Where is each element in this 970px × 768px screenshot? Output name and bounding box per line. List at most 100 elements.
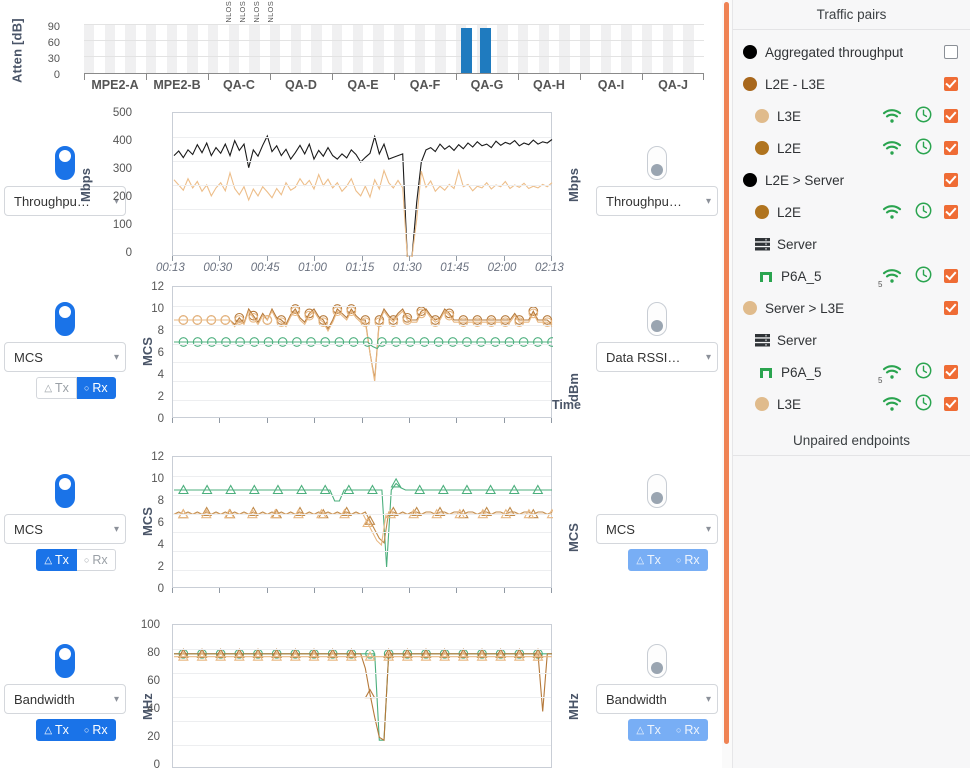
metric-select-value: MCS <box>14 349 43 365</box>
visibility-checkbox[interactable] <box>944 301 958 315</box>
visibility-checkbox[interactable] <box>944 77 958 91</box>
traffic-pair-row[interactable]: L2E <box>733 196 970 228</box>
visibility-checkbox[interactable] <box>944 205 958 219</box>
clock-icon <box>915 362 932 379</box>
wifi-icon[interactable] <box>882 140 902 156</box>
plot-mcs-rx[interactable] <box>172 286 552 418</box>
tx-button[interactable]: △ Tx <box>628 719 669 741</box>
series-toggle-left-throughput[interactable] <box>55 146 75 180</box>
tx-button[interactable]: △ Tx <box>36 549 77 571</box>
clock-icon[interactable] <box>915 362 932 382</box>
traffic-pair-row[interactable]: Server <box>733 324 970 356</box>
traffic-pairs-list: Aggregated throughput L2E - L3E L3E L2E L2E … <box>733 30 970 420</box>
metric-select-value: Bandwidth <box>14 691 75 707</box>
visibility-checkbox[interactable] <box>944 269 958 283</box>
visibility-checkbox[interactable] <box>944 141 958 155</box>
traffic-pair-row[interactable]: L3E <box>733 100 970 132</box>
clock-icon[interactable] <box>915 394 932 414</box>
wifi-icon[interactable] <box>882 108 902 124</box>
traffic-pair-row[interactable]: Server <box>733 228 970 260</box>
traffic-pair-row[interactable]: L2E - L3E <box>733 68 970 100</box>
visibility-checkbox[interactable] <box>944 365 958 379</box>
series-toggle-right-throughput[interactable] <box>647 146 667 180</box>
splitter-handle[interactable] <box>724 2 729 744</box>
plot-bandwidth[interactable] <box>172 624 552 768</box>
txrx-group-left-bandwidth: △ Tx ○ Rx <box>36 719 116 741</box>
wifi-icon[interactable]: 5 <box>878 364 902 385</box>
plot-mcs-tx[interactable] <box>172 456 552 588</box>
metric-select-left-bandwidth[interactable]: Bandwidth ▾ <box>4 684 126 714</box>
series-color-dot <box>755 109 777 123</box>
traffic-pair-row[interactable]: P6A_5 5 <box>733 356 970 388</box>
panel-splitter[interactable] <box>722 0 732 768</box>
series-color-dot <box>743 77 765 91</box>
series-toggle-right-mcs-tx[interactable] <box>647 474 667 508</box>
series-toggle-right-bandwidth[interactable] <box>647 644 667 678</box>
rx-button[interactable]: ○ Rx <box>668 719 708 741</box>
txrx-group-left-mcs-rx: △ Tx ○ Rx <box>36 377 116 399</box>
y-ticks-bandwidth: 100 80 60 40 20 0 <box>126 619 160 768</box>
traffic-pair-label: Server > L3E <box>765 300 845 316</box>
clock-icon[interactable] <box>915 138 932 158</box>
wifi-icon <box>882 365 902 379</box>
rx-button[interactable]: ○ Rx <box>76 377 116 399</box>
app-root: Atten [dB] 90 60 30 0 NLOS NLOS NLOS NLOS M… <box>0 0 970 768</box>
clock-icon <box>915 106 932 123</box>
atten-plot[interactable] <box>84 24 704 74</box>
wifi-icon[interactable] <box>882 396 902 412</box>
series-toggle-left-mcs-rx[interactable] <box>55 302 75 336</box>
atten-group-label: MPE2-B <box>153 78 201 92</box>
nlos-label: NLOS <box>252 1 261 23</box>
clock-icon[interactable] <box>915 106 932 126</box>
txrx-group-right-bandwidth: △ Tx ○ Rx <box>628 719 708 741</box>
series-toggle-right-rssi[interactable] <box>647 302 667 336</box>
row-icons <box>882 394 932 414</box>
tx-button[interactable]: △ Tx <box>36 377 77 399</box>
metric-select-value: Data RSSI… <box>606 349 681 365</box>
tx-button[interactable]: △ Tx <box>628 549 669 571</box>
clock-icon <box>915 138 932 155</box>
visibility-checkbox[interactable] <box>944 109 958 123</box>
unpaired-endpoints-header[interactable]: Unpaired endpoints <box>733 426 970 456</box>
x-ticks-mcs-rx <box>172 418 552 423</box>
wifi-icon <box>882 109 902 123</box>
wifi-icon[interactable] <box>882 204 902 220</box>
atten-tick: 90 <box>47 21 60 33</box>
traffic-pair-row[interactable]: P6A_5 5 <box>733 260 970 292</box>
chevron-down-icon: ▾ <box>705 351 711 363</box>
rx-button[interactable]: ○ Rx <box>668 549 708 571</box>
series-color-dot <box>743 173 765 187</box>
visibility-checkbox[interactable] <box>944 397 958 411</box>
traffic-pair-row[interactable]: L3E <box>733 388 970 420</box>
rx-button[interactable]: ○ Rx <box>76 549 116 571</box>
chart-row-mcs-rx: MCS ▾ △ Tx ○ Rx MCS 12 10 8 6 4 2 0 dBm … <box>0 281 722 442</box>
traffic-pair-label: L3E <box>777 108 802 124</box>
series-toggle-left-mcs-tx[interactable] <box>55 474 75 508</box>
y-tick: 10 <box>151 473 164 485</box>
plot-throughput[interactable] <box>172 112 552 256</box>
visibility-checkbox[interactable] <box>944 45 958 59</box>
traffic-pair-row[interactable]: L2E > Server <box>733 164 970 196</box>
wifi-icon[interactable]: 5 <box>878 268 902 289</box>
rx-label: Rx <box>684 553 700 567</box>
clock-icon[interactable] <box>915 202 932 222</box>
traffic-pair-row[interactable]: Aggregated throughput <box>733 36 970 68</box>
metric-select-left-mcs-rx[interactable]: MCS ▾ <box>4 342 126 372</box>
access-point-icon <box>759 365 781 379</box>
atten-group-labels: MPE2-A MPE2-B QA-C QA-D QA-E QA-F QA-G QA-H QA-I… <box>84 78 704 98</box>
clock-icon[interactable] <box>915 266 932 286</box>
traffic-pair-row[interactable]: Server > L3E <box>733 292 970 324</box>
rx-button[interactable]: ○ Rx <box>76 719 116 741</box>
rx-label: Rx <box>92 553 108 567</box>
metric-select-right-rssi[interactable]: Data RSSI… ▾ <box>596 342 718 372</box>
nlos-label: NLOS <box>224 1 233 23</box>
tx-button[interactable]: △ Tx <box>36 719 77 741</box>
metric-select-right-throughput[interactable]: Throughpu… ▾ <box>596 186 718 216</box>
series-toggle-left-bandwidth[interactable] <box>55 644 75 678</box>
x-tick-label: 00:30 <box>203 262 233 274</box>
metric-select-left-mcs-tx[interactable]: MCS ▾ <box>4 514 126 544</box>
metric-select-right-bandwidth[interactable]: Bandwidth ▾ <box>596 684 718 714</box>
metric-select-right-mcs-tx[interactable]: MCS ▾ <box>596 514 718 544</box>
traffic-pair-row[interactable]: L2E <box>733 132 970 164</box>
visibility-checkbox[interactable] <box>944 173 958 187</box>
